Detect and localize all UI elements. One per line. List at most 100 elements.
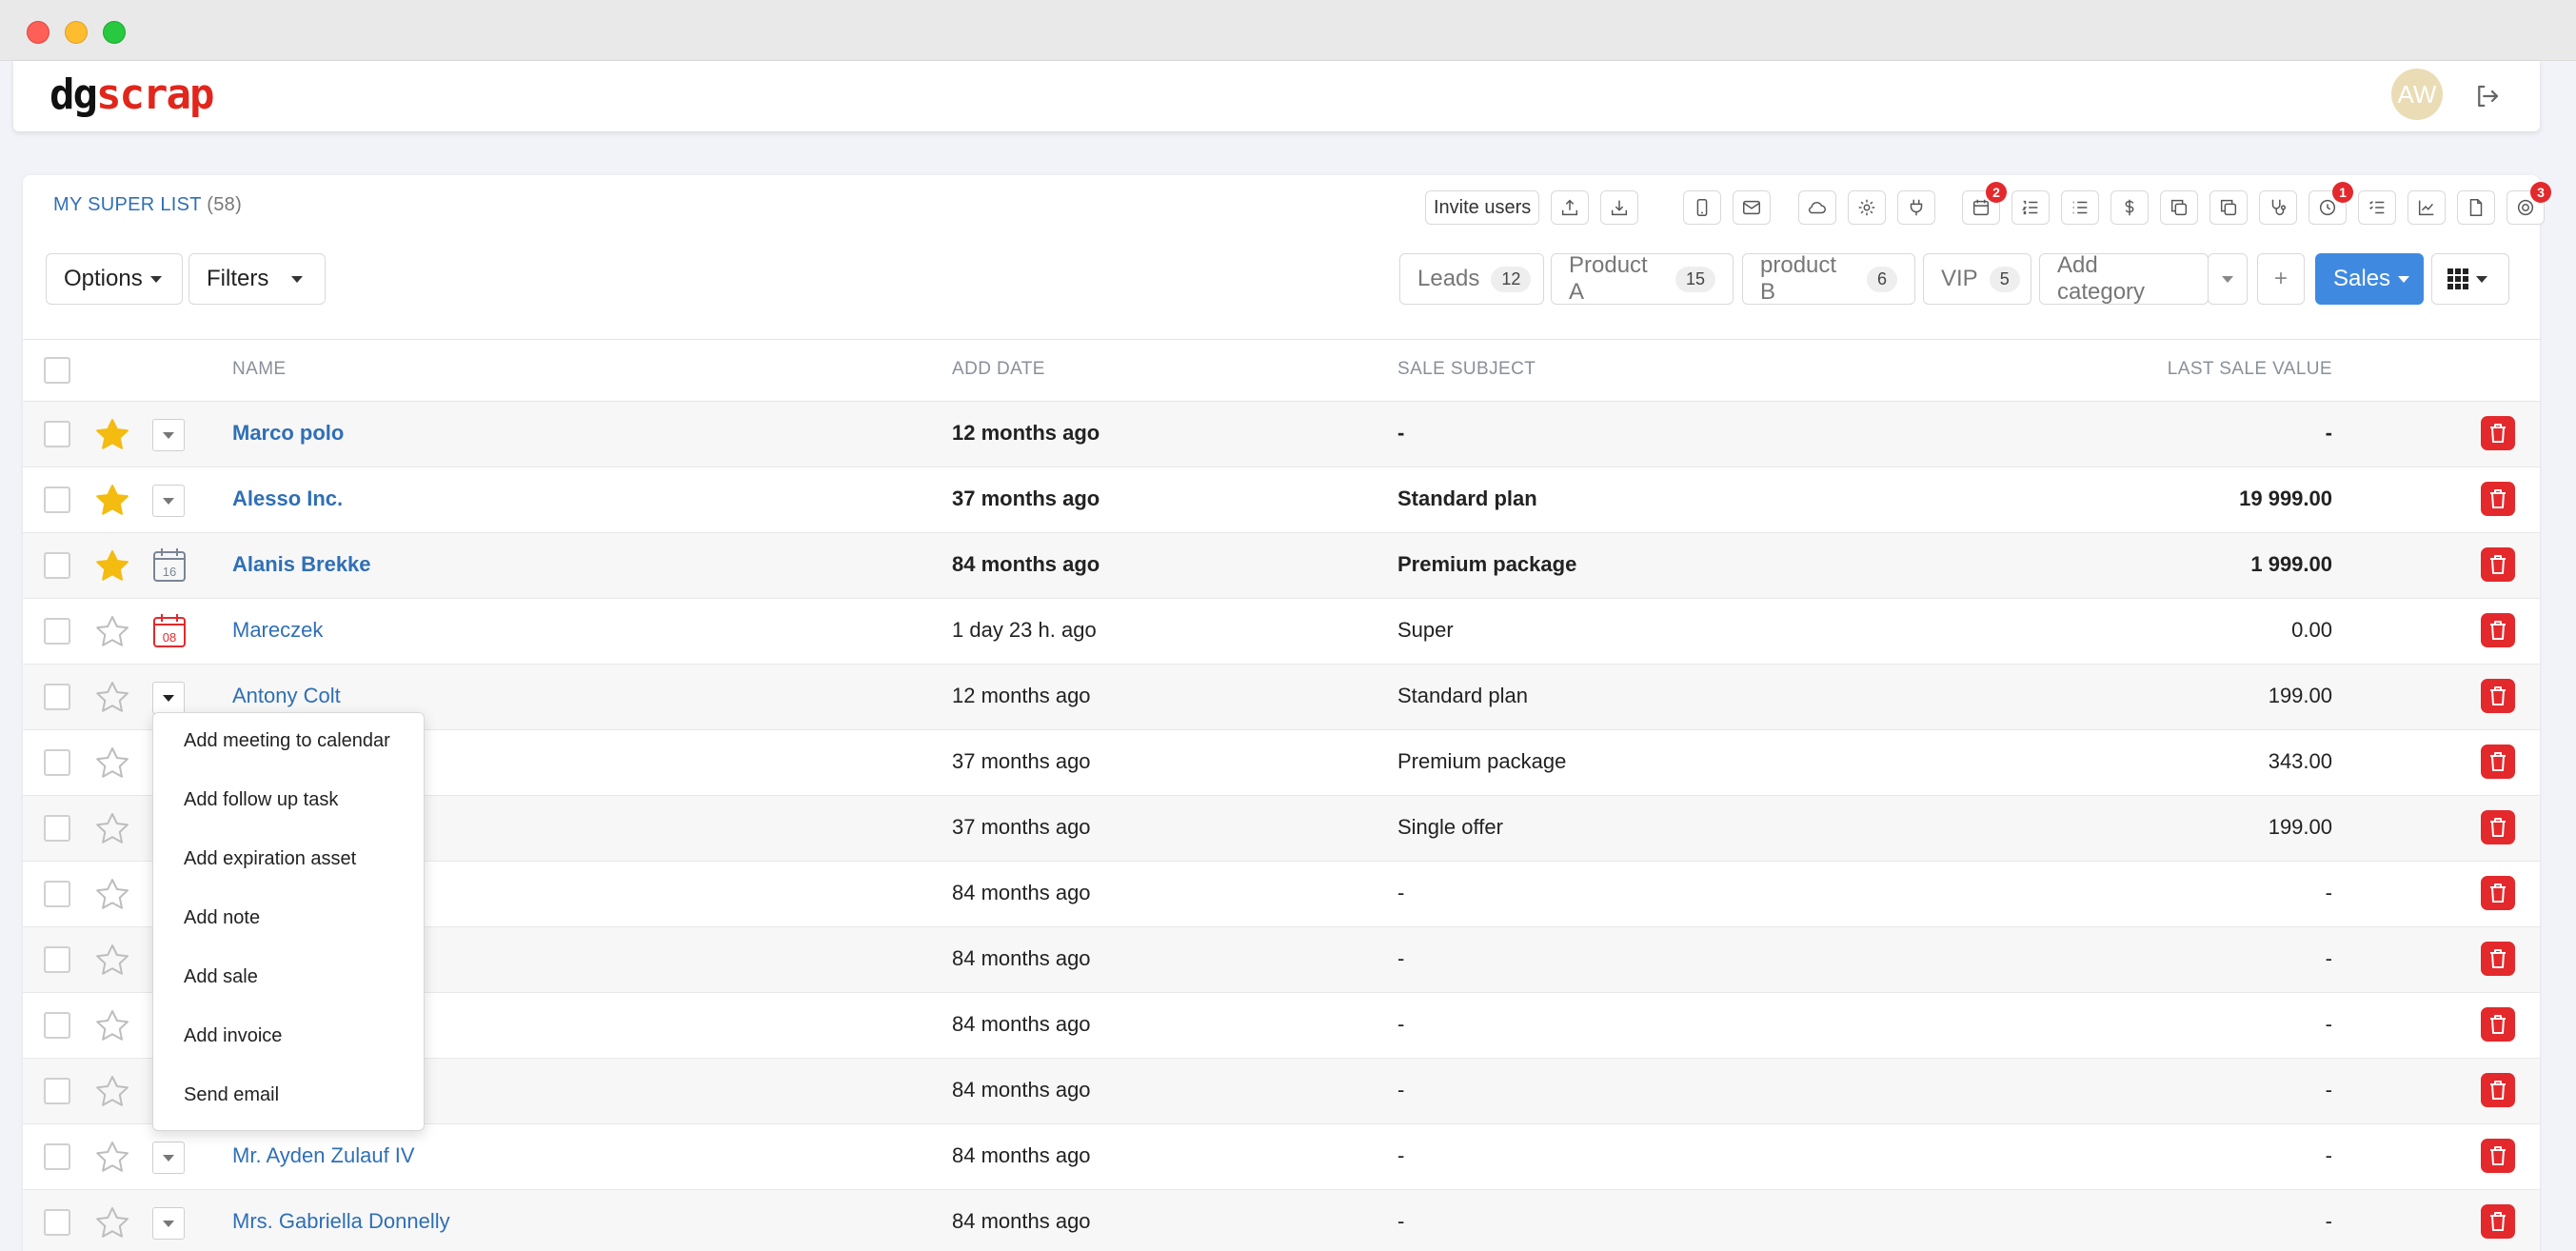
star-icon[interactable] bbox=[94, 942, 130, 978]
delete-button[interactable] bbox=[2481, 810, 2515, 844]
tasks-button[interactable] bbox=[2358, 190, 2396, 225]
menu-item-add-note[interactable]: Add note bbox=[184, 907, 260, 929]
contact-name-link[interactable]: Mr. Ayden Zulauf IV bbox=[232, 1143, 415, 1168]
column-header-last-sale-value[interactable]: LAST SALE VALUE bbox=[2168, 359, 2332, 380]
invite-users-button[interactable]: Invite users bbox=[1425, 190, 1540, 225]
add-category-button[interactable]: + bbox=[2257, 253, 2305, 305]
email-button[interactable] bbox=[1733, 190, 1771, 225]
select-all-checkbox[interactable] bbox=[44, 357, 70, 384]
star-icon[interactable] bbox=[94, 745, 130, 781]
delete-button[interactable] bbox=[2481, 613, 2515, 647]
filters-dropdown[interactable]: Filters bbox=[188, 253, 326, 305]
delete-button[interactable] bbox=[2481, 942, 2515, 976]
menu-item-add-invoice[interactable]: Add invoice bbox=[184, 1025, 282, 1047]
table-row[interactable]: Marco polo 12 months ago - - bbox=[23, 402, 2540, 467]
row-checkbox[interactable] bbox=[44, 421, 70, 447]
settings-button[interactable] bbox=[1848, 190, 1886, 225]
delete-button[interactable] bbox=[2481, 1139, 2515, 1173]
add-category-input[interactable]: Add category bbox=[2039, 252, 2209, 305]
delete-button[interactable] bbox=[2481, 482, 2515, 516]
menu-item-add-expiration-asset[interactable]: Add expiration asset bbox=[184, 848, 356, 870]
star-icon[interactable] bbox=[94, 1139, 130, 1175]
list-view-button[interactable] bbox=[2061, 190, 2099, 225]
row-actions-toggle[interactable] bbox=[152, 1142, 185, 1174]
ordered-list-button[interactable] bbox=[2011, 190, 2050, 225]
star-icon[interactable] bbox=[94, 482, 130, 518]
row-checkbox[interactable] bbox=[44, 881, 70, 907]
calendar-icon[interactable]: 08 bbox=[152, 612, 187, 648]
menu-item-add-meeting[interactable]: Add meeting to calendar bbox=[184, 730, 390, 752]
category-product-a[interactable]: Product A 15 bbox=[1551, 252, 1734, 305]
row-checkbox[interactable] bbox=[44, 1012, 70, 1039]
row-checkbox[interactable] bbox=[44, 749, 70, 776]
star-icon[interactable] bbox=[94, 416, 130, 452]
star-icon[interactable] bbox=[94, 1073, 130, 1109]
row-actions-toggle[interactable] bbox=[152, 682, 185, 714]
column-header-sale-subject[interactable]: SALE SUBJECT bbox=[1397, 359, 1536, 380]
row-checkbox[interactable] bbox=[44, 1143, 70, 1170]
row-actions-toggle[interactable] bbox=[152, 419, 185, 451]
row-checkbox[interactable] bbox=[44, 815, 70, 842]
logout-icon[interactable] bbox=[2473, 82, 2502, 110]
star-icon[interactable] bbox=[94, 547, 130, 584]
menu-item-add-follow-up-task[interactable]: Add follow up task bbox=[184, 789, 338, 811]
row-checkbox[interactable] bbox=[44, 618, 70, 645]
import-button[interactable] bbox=[1551, 190, 1590, 225]
contact-name-link[interactable]: Alanis Brekke bbox=[232, 552, 371, 577]
row-checkbox[interactable] bbox=[44, 684, 70, 710]
support-button[interactable]: 3 bbox=[2507, 182, 2551, 225]
copy-button[interactable] bbox=[2160, 190, 2198, 225]
contact-name-link[interactable]: Mrs. Gabriella Donnelly bbox=[232, 1209, 450, 1234]
row-checkbox[interactable] bbox=[44, 1078, 70, 1104]
sales-view-button[interactable] bbox=[2110, 190, 2149, 225]
row-checkbox[interactable] bbox=[44, 1209, 70, 1236]
row-actions-toggle[interactable] bbox=[152, 485, 185, 517]
duplicate-button[interactable] bbox=[2209, 190, 2248, 225]
columns-dropdown[interactable] bbox=[2431, 253, 2509, 305]
delete-button[interactable] bbox=[2481, 1073, 2515, 1107]
star-icon[interactable] bbox=[94, 679, 130, 715]
star-icon[interactable] bbox=[94, 1204, 130, 1241]
delete-button[interactable] bbox=[2481, 745, 2515, 779]
add-category-dropdown[interactable] bbox=[2208, 253, 2248, 305]
delete-button[interactable] bbox=[2481, 1204, 2515, 1239]
minimize-window-button[interactable] bbox=[65, 21, 88, 44]
table-row[interactable]: 08 Mareczek 1 day 23 h. ago Super 0.00 bbox=[23, 599, 2540, 665]
menu-item-add-sale[interactable]: Add sale bbox=[184, 966, 258, 988]
delete-button[interactable] bbox=[2481, 679, 2515, 713]
category-vip[interactable]: VIP 5 bbox=[1923, 253, 2031, 305]
contact-name-link[interactable]: Alesso Inc. bbox=[232, 486, 343, 511]
delete-button[interactable] bbox=[2481, 876, 2515, 910]
export-button[interactable] bbox=[1600, 190, 1639, 225]
contact-name-link[interactable]: Mareczek bbox=[232, 618, 323, 643]
avatar[interactable]: AW bbox=[2391, 69, 2443, 120]
table-row[interactable]: Mr. Ayden Zulauf IV 84 months ago - - bbox=[23, 1124, 2540, 1190]
sales-dropdown[interactable]: Sales bbox=[2315, 253, 2424, 305]
table-row[interactable]: 16 Alanis Brekke 84 months ago Premium pack… bbox=[23, 533, 2540, 599]
contact-name-link[interactable]: Marco polo bbox=[232, 421, 344, 446]
document-button[interactable] bbox=[2457, 190, 2495, 225]
category-leads[interactable]: Leads 12 bbox=[1399, 253, 1544, 305]
contact-name-link[interactable]: Antony Colt bbox=[232, 684, 341, 708]
options-dropdown[interactable]: Options bbox=[46, 253, 183, 305]
integrations-button[interactable] bbox=[1897, 190, 1935, 225]
row-checkbox[interactable] bbox=[44, 946, 70, 973]
column-header-name[interactable]: NAME bbox=[232, 359, 287, 380]
maximize-window-button[interactable] bbox=[103, 21, 126, 44]
star-icon[interactable] bbox=[94, 1007, 130, 1043]
category-product-b[interactable]: product B6 bbox=[1742, 252, 1915, 305]
star-icon[interactable] bbox=[94, 613, 130, 649]
delete-button[interactable] bbox=[2481, 416, 2515, 450]
calendar-icon[interactable]: 16 bbox=[152, 546, 187, 583]
star-icon[interactable] bbox=[94, 810, 130, 846]
star-icon[interactable] bbox=[94, 876, 130, 912]
row-actions-toggle[interactable] bbox=[152, 1207, 185, 1240]
phone-button[interactable] bbox=[1683, 190, 1721, 225]
table-row[interactable]: Alesso Inc. 37 months ago Standard plan 19 … bbox=[23, 467, 2540, 533]
table-row[interactable]: Mrs. Gabriella Donnelly 84 months ago - - bbox=[23, 1190, 2540, 1251]
row-checkbox[interactable] bbox=[44, 486, 70, 513]
cloud-button[interactable] bbox=[1798, 190, 1836, 225]
history-button[interactable]: 1 bbox=[2308, 182, 2353, 225]
delete-button[interactable] bbox=[2481, 547, 2515, 582]
health-button[interactable] bbox=[2259, 190, 2297, 225]
